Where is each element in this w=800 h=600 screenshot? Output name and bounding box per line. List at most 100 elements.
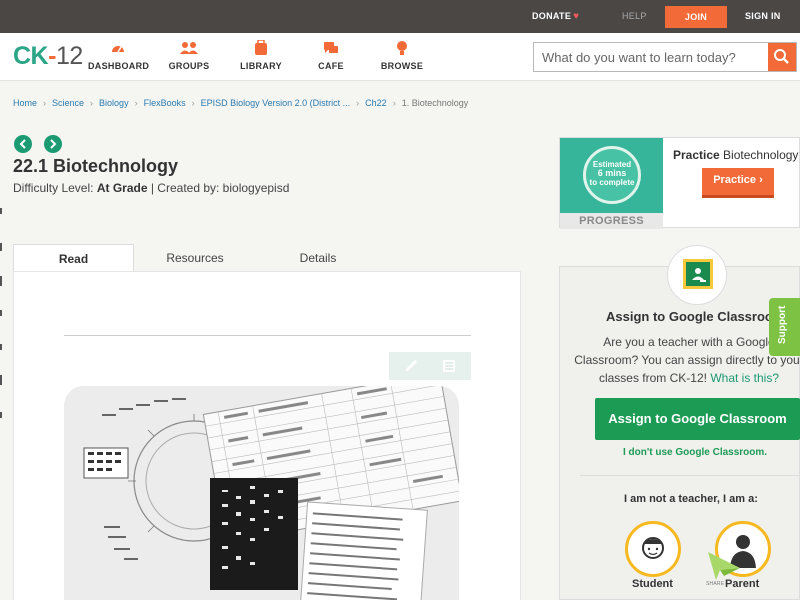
page-title: 22.1 Biotechnology (13, 156, 179, 176)
breadcrumb-separator: › (134, 98, 138, 108)
heart-icon: ♥ (573, 11, 580, 22)
chevron-left-icon (19, 139, 26, 149)
practice-button-label: Practice (713, 174, 757, 186)
no-google-classroom-link[interactable]: I don't use Google Classroom. (623, 447, 767, 458)
divider (580, 475, 800, 476)
edge-marker (0, 310, 2, 316)
nav-groups[interactable]: GROUPS (164, 40, 214, 71)
breadcrumb-separator: › (356, 98, 360, 108)
breadcrumb-separator: › (43, 98, 47, 108)
support-tab[interactable]: Support (769, 298, 800, 356)
support-label: Support (777, 305, 788, 344)
join-button[interactable]: JOIN (665, 6, 727, 28)
next-lesson-button[interactable] (44, 135, 62, 153)
search-button[interactable] (768, 43, 796, 71)
donate-link[interactable]: DONATE ♥ (532, 0, 579, 33)
logo-dash: - (48, 42, 56, 70)
search-input[interactable] (534, 43, 768, 71)
assign-description: Are you a teacher with a Google Classroo… (574, 333, 800, 387)
content-tabs: Read Resources Details (13, 244, 521, 272)
assign-title: Assign to Google Classroom (606, 309, 785, 324)
dna-sequencing-illustration (64, 386, 459, 600)
annotation-toolbar (389, 352, 471, 380)
practice-title-bold: Practice (673, 148, 720, 162)
share-label: SHARE (706, 581, 725, 587)
google-classroom-logo (667, 245, 727, 305)
breadcrumb: Home › Science › Biology › FlexBooks › EPISD Bio… (13, 98, 468, 108)
breadcrumb-flexbooks[interactable]: FlexBooks (144, 98, 186, 108)
edge-marker (0, 344, 2, 350)
share-icon (708, 552, 740, 580)
difficulty-value: At Grade (96, 181, 148, 195)
pencil-icon[interactable] (403, 358, 419, 374)
ck12-logo[interactable]: CK-12 (13, 43, 83, 69)
nav-browse-label: BROWSE (380, 61, 424, 71)
previous-lesson-button[interactable] (14, 135, 32, 153)
edge-marker (0, 208, 2, 214)
nav-library-label: LIBRARY (240, 61, 282, 71)
nav-browse[interactable]: BROWSE (377, 40, 427, 71)
browse-icon (397, 41, 407, 55)
estimate-line2: 6 mins (597, 168, 627, 178)
breadcrumb-current: 1. Biotechnology (401, 98, 469, 108)
nav-cafe-label: CAFE (318, 61, 344, 71)
nav-groups-label: GROUPS (168, 61, 210, 71)
practice-title: Practice Biotechnology (673, 148, 798, 162)
logo-num: 12 (55, 42, 83, 70)
practice-title-rest: Biotechnology (723, 148, 799, 162)
nav-cafe[interactable]: CAFE (306, 40, 356, 71)
sign-in-link[interactable]: SIGN IN (745, 0, 781, 33)
breadcrumb-home[interactable]: Home (13, 98, 37, 108)
breadcrumb-science[interactable]: Science (52, 98, 84, 108)
groups-icon (180, 42, 198, 54)
tab-details[interactable]: Details (283, 244, 353, 272)
share-widget[interactable]: SHARE (706, 550, 742, 590)
breadcrumb-book[interactable]: EPISD Biology Version 2.0 (District ... (201, 98, 351, 108)
nav-dashboard-label: DASHBOARD (88, 61, 150, 71)
google-classroom-icon (683, 259, 713, 289)
lesson-meta: Difficulty Level: At Grade | Created by:… (13, 181, 289, 195)
tab-resources[interactable]: Resources (153, 244, 237, 272)
created-by: | Created by: biologyepisd (150, 181, 290, 195)
breadcrumb-chapter[interactable]: Ch22 (365, 98, 387, 108)
not-teacher-label: I am not a teacher, I am a: (624, 493, 758, 505)
tab-read[interactable]: Read (13, 244, 134, 272)
breadcrumb-separator: › (191, 98, 195, 108)
help-link[interactable]: HELP (622, 0, 647, 33)
difficulty-label: Difficulty Level: (13, 181, 94, 195)
divider (64, 335, 471, 336)
nav-library[interactable]: LIBRARY (236, 40, 286, 71)
breadcrumb-biology[interactable]: Biology (99, 98, 129, 108)
chevron-right-icon (50, 139, 57, 149)
cafe-icon (324, 42, 338, 53)
dashboard-icon (112, 46, 124, 53)
edge-marker (0, 375, 2, 385)
library-icon (255, 40, 267, 55)
edge-marker (0, 243, 2, 251)
search-icon (774, 49, 789, 64)
edge-marker (0, 412, 2, 418)
breadcrumb-separator: › (90, 98, 94, 108)
biotechnology-image (64, 386, 459, 600)
estimate-circle: Estimated 6 mins to complete (583, 146, 641, 204)
nav-dashboard[interactable]: DASHBOARD (88, 40, 150, 71)
progress-label: PROGRESS (560, 213, 663, 229)
what-is-this-link[interactable]: What is this? (710, 371, 779, 385)
edge-marker (0, 276, 2, 286)
student-role-button[interactable] (625, 521, 681, 577)
practice-card: Estimated 6 mins to complete PROGRESS Pr… (559, 137, 800, 229)
notes-icon[interactable] (441, 358, 457, 374)
student-icon (642, 537, 664, 559)
breadcrumb-separator: › (392, 98, 396, 108)
logo-ck: CK (13, 42, 49, 70)
lesson-content (13, 271, 521, 600)
estimate-line3: to complete (589, 178, 635, 187)
practice-button[interactable]: Practice › (702, 168, 774, 198)
top-bar: DONATE ♥ HELP JOIN SIGN IN (0, 0, 800, 33)
main-header: CK-12 DASHBOARD GROUPS LIBRARY CAFE BROW… (0, 33, 800, 81)
assign-google-classroom-button[interactable]: Assign to Google Classroom (595, 398, 800, 440)
practice-graphic: Estimated 6 mins to complete PROGRESS (560, 138, 663, 229)
search-box (533, 42, 797, 72)
chevron-right-icon: › (759, 174, 763, 186)
donate-label: DONATE (532, 11, 572, 21)
